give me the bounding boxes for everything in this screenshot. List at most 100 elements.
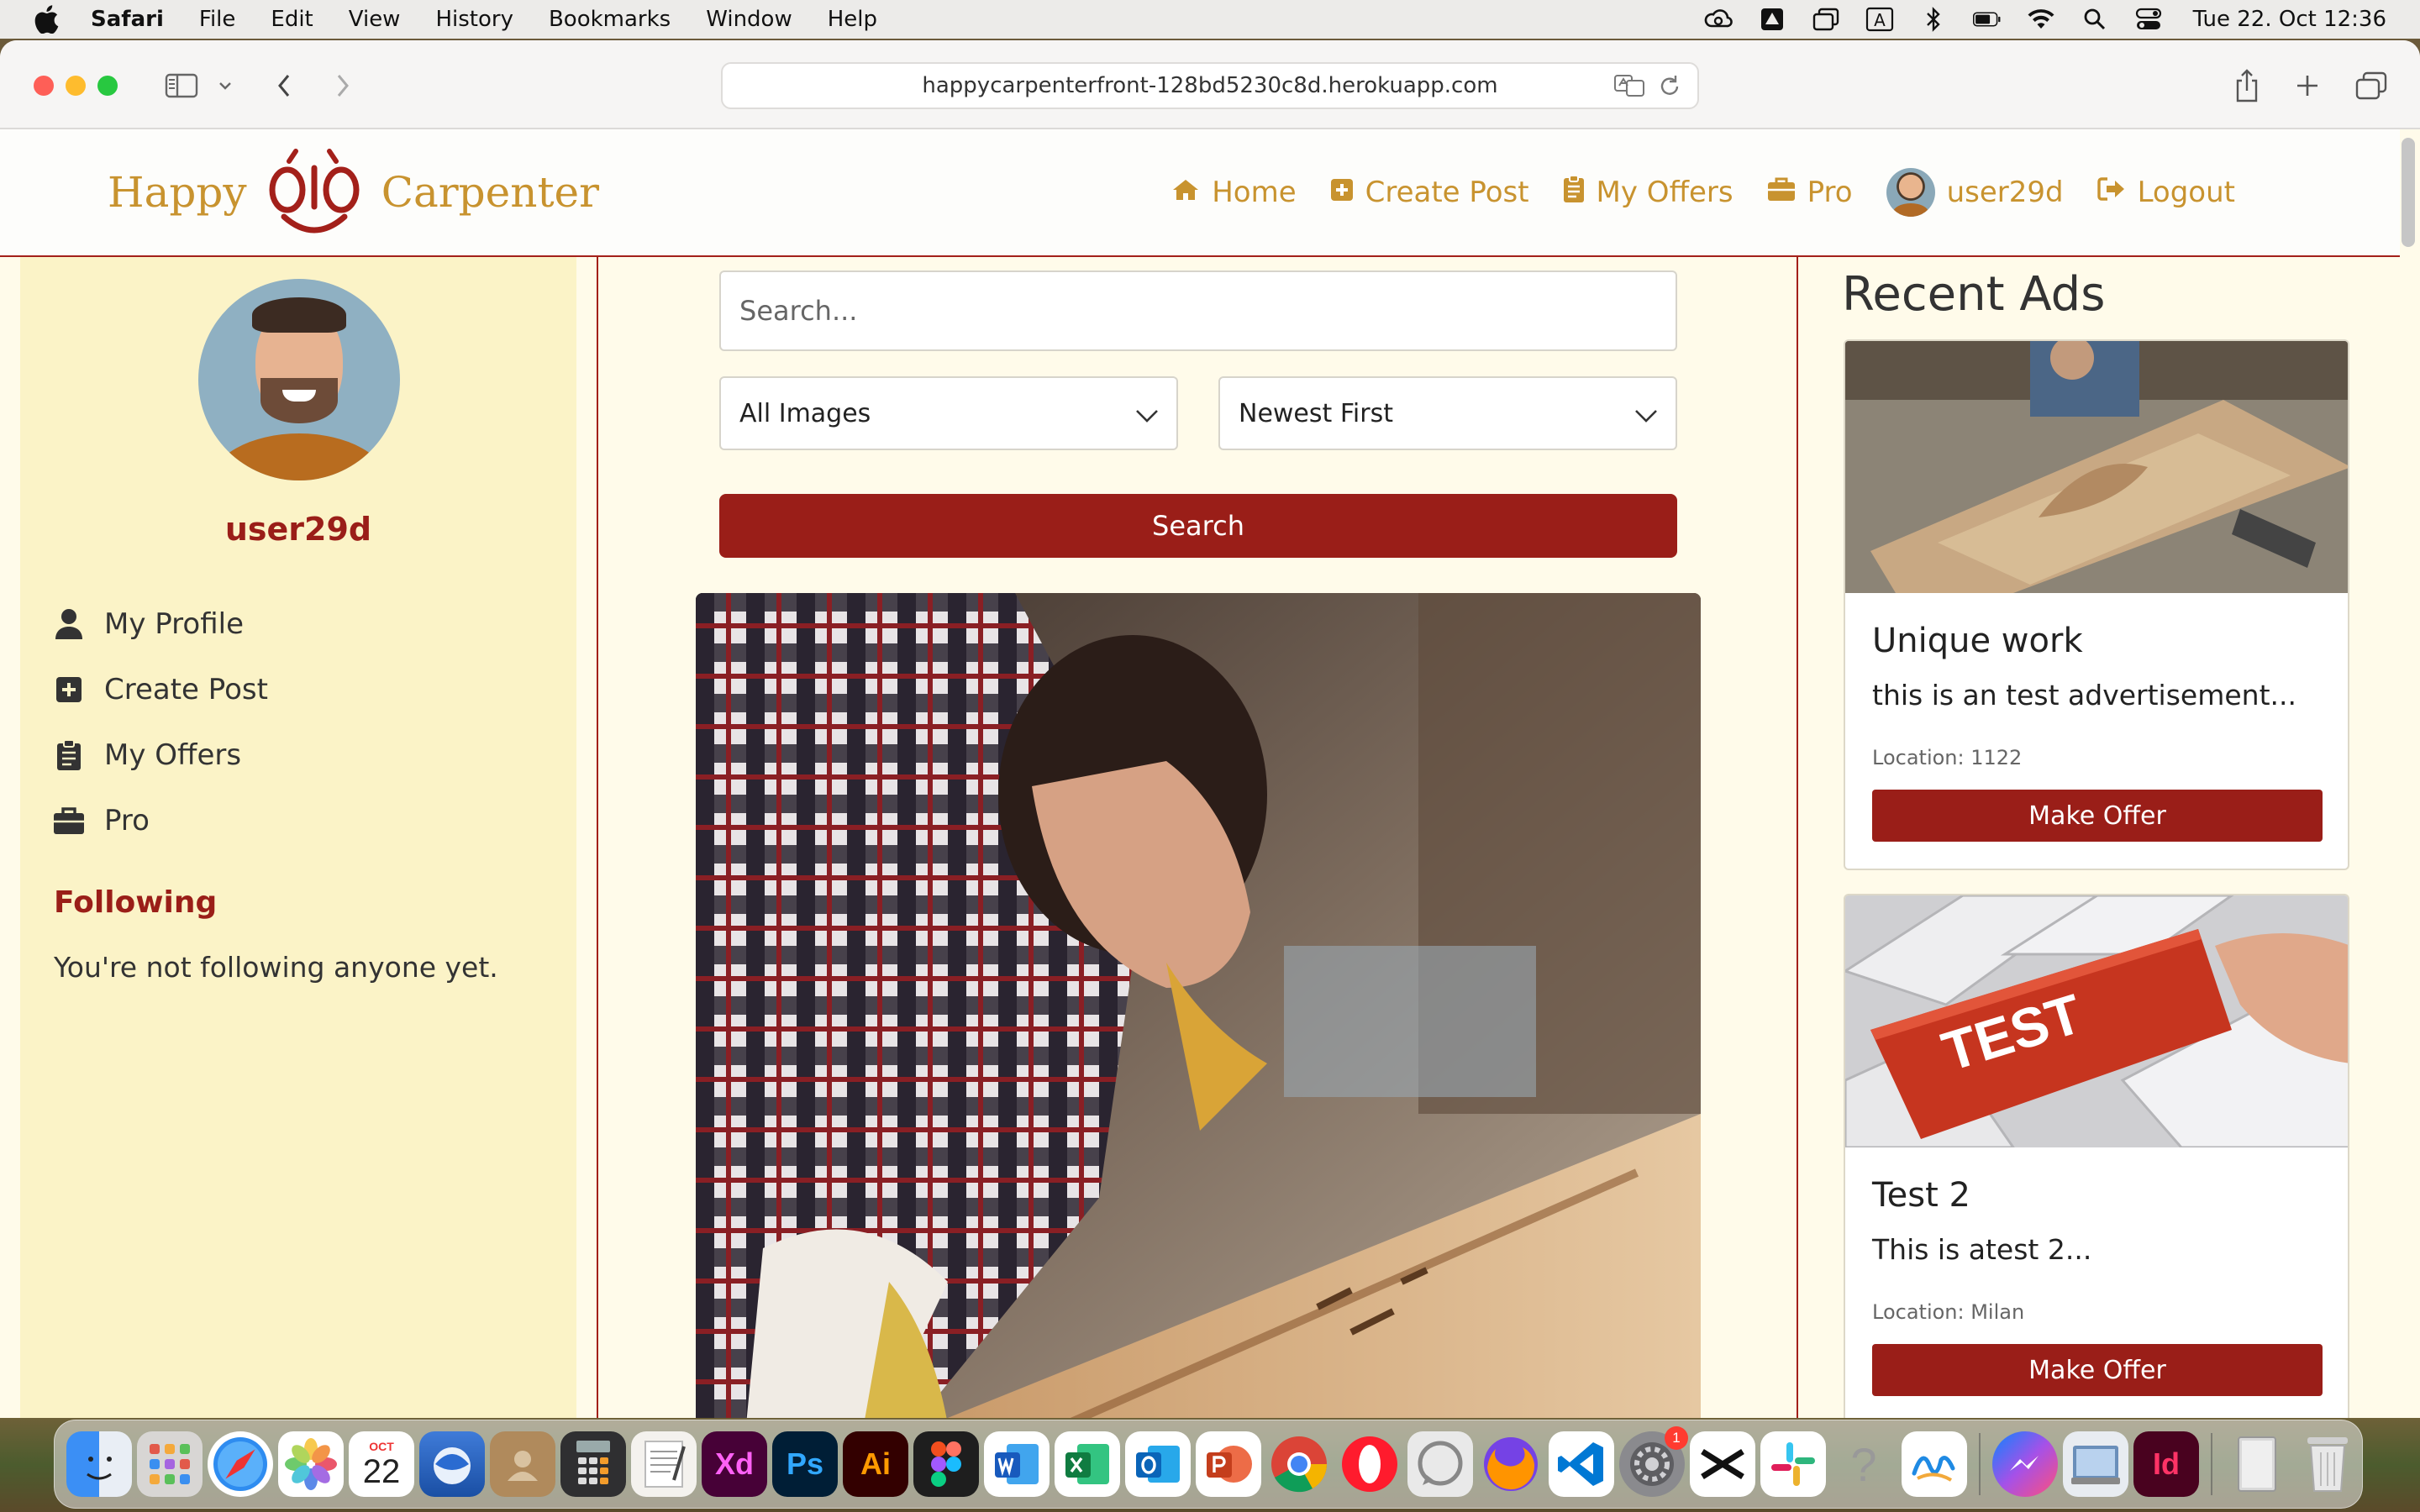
site-logo[interactable]: Happy Carpenter xyxy=(108,146,599,239)
drive-icon[interactable] xyxy=(1758,7,1786,32)
share-icon[interactable] xyxy=(2225,64,2269,108)
chevron-down-icon xyxy=(1634,402,1659,431)
nav-my-offers[interactable]: My Offers xyxy=(1563,174,1733,211)
menu-window[interactable]: Window xyxy=(706,7,792,32)
figma-icon[interactable] xyxy=(913,1431,979,1497)
word-icon[interactable] xyxy=(984,1431,1050,1497)
make-offer-button[interactable]: Make Offer xyxy=(1872,1344,2323,1396)
minimize-window-button[interactable] xyxy=(66,76,86,96)
menu-bookmarks[interactable]: Bookmarks xyxy=(549,7,671,32)
nav-user[interactable]: user29d xyxy=(1886,168,2064,217)
close-window-button[interactable] xyxy=(34,76,54,96)
menu-view[interactable]: View xyxy=(349,7,401,32)
search-input[interactable]: Search... xyxy=(719,270,1677,351)
dock: OCT 22 Xd Ps Ai 1 ? Id xyxy=(54,1420,2363,1509)
reload-icon[interactable] xyxy=(1657,72,1682,105)
nav-home-label: Home xyxy=(1212,176,1297,209)
wifi-icon[interactable] xyxy=(2027,7,2055,32)
messenger-icon[interactable] xyxy=(1992,1431,2058,1497)
new-tab-icon[interactable] xyxy=(2286,64,2329,108)
help-icon[interactable]: ? xyxy=(1831,1431,1897,1497)
ad-title[interactable]: Unique work xyxy=(1872,622,2083,660)
control-center-icon[interactable] xyxy=(2134,7,2163,32)
nav-links: Home Create Post My Offers Pro user29d L… xyxy=(1171,129,2235,255)
system-settings-icon[interactable]: 1 xyxy=(1619,1426,1688,1497)
menu-history[interactable]: History xyxy=(435,7,513,32)
image-filter-select[interactable]: All Images xyxy=(719,376,1178,450)
nav-create-post[interactable]: Create Post xyxy=(1330,176,1529,209)
nav-logout[interactable]: Logout xyxy=(2096,176,2235,209)
chevron-down-icon[interactable] xyxy=(210,64,240,108)
make-offer-button[interactable]: Make Offer xyxy=(1872,790,2323,842)
sidebar-item-my-profile[interactable]: My Profile xyxy=(52,591,268,657)
forward-icon[interactable] xyxy=(321,64,365,108)
back-icon[interactable] xyxy=(262,64,306,108)
input-a-icon[interactable]: A xyxy=(1865,7,1894,32)
firefox-icon[interactable] xyxy=(1478,1431,1544,1497)
safari-icon[interactable] xyxy=(208,1431,273,1497)
sidebar-menu: My Profile Create Post My Offers Pro xyxy=(52,591,268,853)
excel-icon[interactable] xyxy=(1055,1431,1120,1497)
status-area: A Tue 22. Oct 12:36 xyxy=(1704,0,2386,39)
contacts-icon[interactable] xyxy=(490,1431,555,1497)
downloads-stack-icon[interactable] xyxy=(2224,1431,2290,1497)
sort-value: Newest First xyxy=(1239,398,1393,428)
chrome-icon[interactable] xyxy=(1266,1431,1332,1497)
menu-help[interactable]: Help xyxy=(828,7,877,32)
calculator-icon[interactable] xyxy=(560,1431,626,1497)
sidebar-toggle-icon[interactable] xyxy=(160,64,203,108)
tab-overview-icon[interactable] xyxy=(2349,64,2393,108)
battery-icon[interactable] xyxy=(1972,7,2002,32)
launchpad-icon[interactable] xyxy=(137,1431,203,1497)
zoom-window-button[interactable] xyxy=(97,76,118,96)
menu-app-name[interactable]: Safari xyxy=(91,7,164,32)
profile-username[interactable]: user29d xyxy=(20,511,576,548)
menu-file[interactable]: File xyxy=(199,7,236,32)
post-image[interactable] xyxy=(696,593,1701,1418)
screen-icon[interactable] xyxy=(1812,7,1840,32)
page-scrollbar[interactable] xyxy=(2402,138,2415,247)
ad-title[interactable]: Test 2 xyxy=(1872,1176,1970,1215)
preview-icon[interactable] xyxy=(2063,1431,2128,1497)
nav-home[interactable]: Home xyxy=(1171,176,1297,209)
avatar xyxy=(1886,168,1935,217)
menu-clock[interactable]: Tue 22. Oct 12:36 xyxy=(2193,7,2386,32)
search-icon[interactable] xyxy=(2081,7,2109,32)
menu-bar: Safari File Edit View History Bookmarks … xyxy=(0,0,2420,39)
thunderbird-icon[interactable] xyxy=(419,1431,485,1497)
creative-cloud-icon[interactable] xyxy=(1704,7,1733,32)
address-bar[interactable]: happycarpenterfront-128bd5230c8d.herokua… xyxy=(721,62,1699,109)
sort-select[interactable]: Newest First xyxy=(1218,376,1677,450)
nav-my-offers-label: My Offers xyxy=(1596,176,1733,209)
sidebar-item-create-post[interactable]: Create Post xyxy=(52,657,268,722)
ad-image[interactable]: TEST xyxy=(1845,895,2348,1147)
search-button[interactable]: Search xyxy=(719,494,1677,558)
photos-icon[interactable] xyxy=(278,1431,344,1497)
slack-icon[interactable] xyxy=(1760,1431,1826,1497)
powerpoint-icon[interactable] xyxy=(1196,1431,1261,1497)
adobe-xd-icon[interactable]: Xd xyxy=(702,1431,767,1497)
translate-icon[interactable] xyxy=(1613,72,1645,105)
calendar-icon[interactable]: OCT 22 xyxy=(349,1431,414,1497)
ad-image[interactable] xyxy=(1845,341,2348,593)
indesign-icon[interactable]: Id xyxy=(2133,1431,2199,1497)
photoshop-icon[interactable]: Ps xyxy=(772,1431,838,1497)
vscode-icon[interactable] xyxy=(1549,1431,1614,1497)
sidebar-item-my-offers[interactable]: My Offers xyxy=(52,722,268,788)
menu-edit[interactable]: Edit xyxy=(271,7,313,32)
profile-avatar[interactable] xyxy=(198,279,400,480)
bluetooth-icon[interactable] xyxy=(1919,7,1948,32)
capcut-icon[interactable] xyxy=(1690,1431,1755,1497)
outlook-icon[interactable] xyxy=(1125,1431,1191,1497)
finder-icon[interactable] xyxy=(66,1431,132,1497)
freeform-icon[interactable] xyxy=(1902,1431,1967,1497)
apple-menu-icon[interactable] xyxy=(34,5,59,34)
opera-icon[interactable] xyxy=(1337,1431,1402,1497)
nav-pro[interactable]: Pro xyxy=(1767,176,1853,209)
trash-icon[interactable] xyxy=(2295,1431,2360,1497)
textedit-icon[interactable] xyxy=(631,1431,697,1497)
sidebar-item-pro[interactable]: Pro xyxy=(52,788,268,853)
whatsapp-icon[interactable] xyxy=(1407,1431,1473,1497)
following-empty-text: You're not following anyone yet. xyxy=(54,951,498,984)
illustrator-icon[interactable]: Ai xyxy=(843,1431,908,1497)
